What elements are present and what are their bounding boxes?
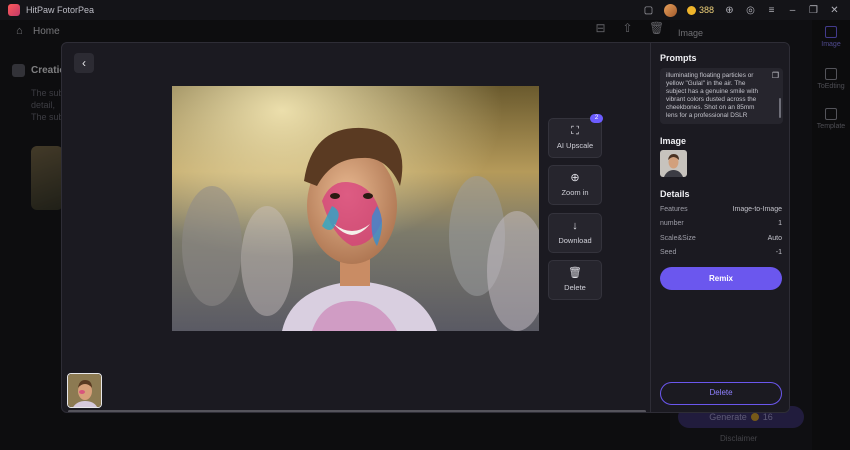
detail-value: Auto	[767, 235, 782, 242]
detail-row-features: Features Image-to-Image	[660, 206, 782, 213]
back-button[interactable]: ‹	[74, 53, 94, 73]
zoom-in-label: Zoom in	[561, 188, 589, 197]
app-title: HitPaw FotorPea	[26, 5, 95, 15]
app-logo	[8, 4, 20, 16]
image-section-title: Image	[660, 136, 687, 146]
thumbnail-image	[68, 374, 101, 407]
thumbnail-selected[interactable]	[67, 373, 102, 408]
close-icon[interactable]: ✕	[829, 5, 840, 16]
copy-icon[interactable]: ❐	[772, 71, 779, 80]
title-bar: HitPaw FotorPea ▢ 388 ⊕ ◎ ≡ – ❐ ✕	[0, 0, 850, 20]
prompt-scrollbar[interactable]	[779, 98, 781, 118]
maximize-icon[interactable]: ❐	[808, 5, 819, 16]
credits-count: 388	[698, 5, 714, 15]
image-preview-modal: ‹ ⛶ AI Upscale 2 ⊕ Zoom in ↓ Download 🗑 …	[61, 42, 790, 413]
menu-icon[interactable]: ≡	[766, 5, 777, 16]
title-bar-controls: ▢ 388 ⊕ ◎ ≡ – ❐ ✕	[643, 0, 850, 20]
download-label: Download	[558, 236, 592, 245]
detail-row-seed: Seed -1	[660, 249, 782, 256]
delete-button[interactable]: Delete	[660, 382, 782, 405]
chevron-left-icon: ‹	[82, 56, 86, 70]
delete-tool-button[interactable]: 🗑 Delete	[548, 260, 602, 300]
detail-key: Features	[660, 206, 688, 213]
detail-value: 1	[778, 220, 782, 227]
generated-image[interactable]	[172, 86, 539, 331]
delete-tool-label: Delete	[564, 283, 586, 292]
detail-key: Scale&Size	[660, 235, 696, 242]
avatar[interactable]	[663, 3, 677, 17]
notification-icon[interactable]: ▢	[643, 5, 654, 16]
trash-icon: 🗑	[568, 267, 582, 279]
account-icon[interactable]: ◎	[745, 5, 756, 16]
details-title: Details	[660, 189, 690, 199]
source-image	[660, 150, 687, 177]
portrait-image	[172, 86, 539, 331]
ai-upscale-label: AI Upscale	[556, 141, 594, 150]
coin-icon	[686, 5, 696, 15]
detail-row-number: number 1	[660, 220, 782, 227]
credits-badge[interactable]: 388	[686, 5, 714, 15]
download-icon: ↓	[572, 220, 578, 232]
upscale-credit-badge: 2	[590, 114, 603, 123]
detail-key: number	[660, 220, 684, 227]
detail-row-scale-size: Scale&Size Auto	[660, 235, 782, 242]
zoom-in-button[interactable]: ⊕ Zoom in	[548, 165, 602, 205]
remix-button[interactable]: Remix	[660, 267, 782, 290]
thumbnail-scrollbar[interactable]	[68, 410, 646, 412]
detail-value: Image-to-Image	[732, 206, 782, 213]
coin-add-icon[interactable]: ⊕	[724, 5, 735, 16]
detail-value: -1	[775, 249, 782, 256]
zoom-in-icon: ⊕	[570, 172, 580, 184]
download-button[interactable]: ↓ Download	[548, 213, 602, 253]
expand-icon: ⛶	[571, 125, 579, 137]
details-panel: Prompts illuminating floating particles …	[650, 43, 789, 412]
detail-key: Seed	[660, 249, 677, 256]
minimize-icon[interactable]: –	[787, 5, 798, 16]
prompt-box[interactable]: illuminating floating particles or yello…	[660, 68, 783, 124]
ai-upscale-button[interactable]: ⛶ AI Upscale 2	[548, 114, 603, 158]
prompts-title: Prompts	[660, 53, 697, 63]
source-image-thumbnail[interactable]	[660, 150, 687, 177]
prompt-text: illuminating floating particles or yello…	[666, 72, 759, 119]
